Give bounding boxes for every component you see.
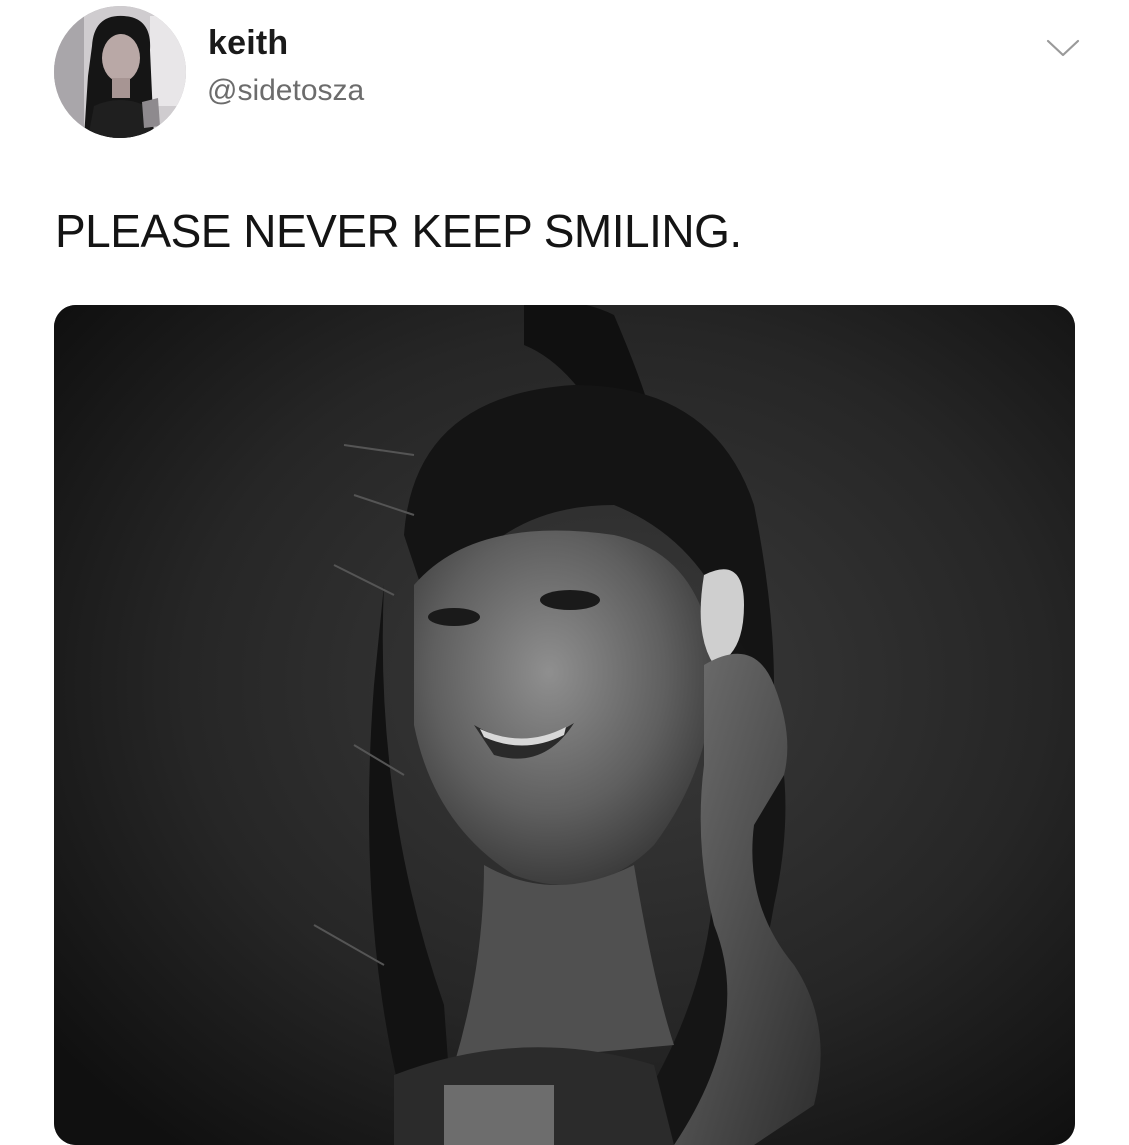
avatar-photo — [54, 6, 186, 138]
tweet-card: keith @sidetosza PLEASE NEVER KEEP SMILI… — [0, 0, 1129, 1145]
tweet-media-photo[interactable] — [54, 305, 1075, 1145]
user-handle[interactable]: @sidetosza — [207, 74, 364, 108]
tweet-text: PLEASE NEVER KEEP SMILING. — [55, 205, 742, 257]
display-name[interactable]: keith — [208, 24, 288, 63]
chevron-down-icon[interactable] — [1046, 38, 1080, 58]
avatar[interactable] — [54, 6, 186, 138]
